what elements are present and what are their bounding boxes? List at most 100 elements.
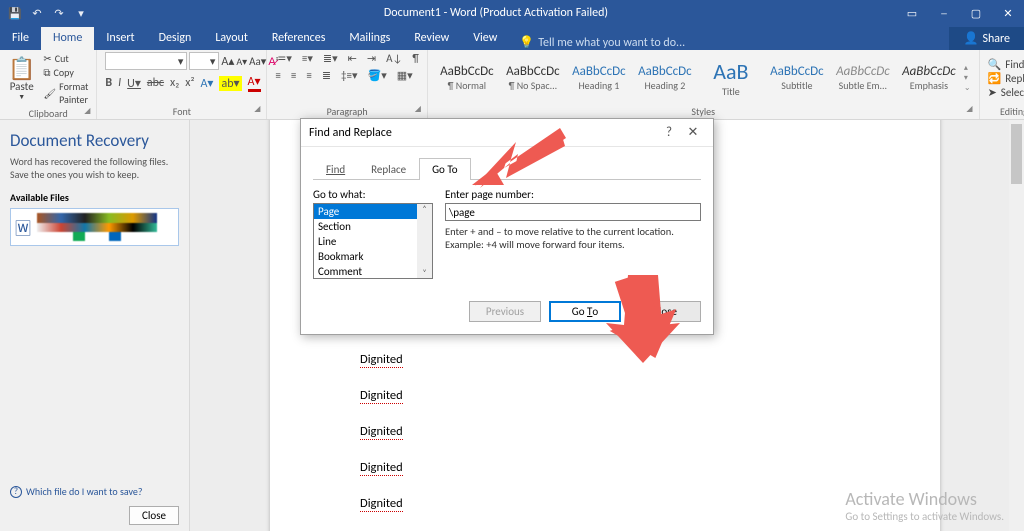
line-spacing-icon[interactable]: ‡≡▾ (341, 69, 357, 82)
goto-option-line[interactable]: Line (314, 234, 432, 249)
bold-button[interactable]: B (105, 76, 112, 90)
close-icon[interactable]: ✕ (992, 0, 1024, 26)
goto-option-bookmark[interactable]: Bookmark (314, 249, 432, 264)
paintbrush-icon: 🖌 (43, 87, 56, 100)
tab-design[interactable]: Design (147, 27, 204, 50)
goto-option-page[interactable]: Page (314, 204, 432, 219)
highlight-icon[interactable]: ab▾ (219, 76, 241, 91)
sort-icon[interactable]: A↓ (386, 52, 402, 65)
subscript-button[interactable]: x₂ (170, 76, 179, 90)
goto-button[interactable]: Go To (549, 301, 621, 322)
tab-file[interactable]: File (0, 27, 41, 50)
undo-icon[interactable]: ↶ (28, 4, 46, 22)
dialog-tab-replace[interactable]: Replace (358, 158, 419, 180)
goto-what-listbox[interactable]: Page Section Line Bookmark Comment Footn… (313, 203, 433, 279)
numbering-icon[interactable]: ≡▾ (302, 52, 313, 65)
window-controls: ▭ ─ ▢ ✕ (896, 0, 1024, 26)
tab-references[interactable]: References (260, 27, 338, 50)
recovery-desc: Word has recovered the following files. … (10, 155, 179, 181)
tab-insert[interactable]: Insert (94, 27, 146, 50)
goto-option-comment[interactable]: Comment (314, 264, 432, 279)
style-nospacing[interactable]: AaBbCcDc¶ No Spac... (502, 54, 564, 102)
chevron-down-icon[interactable]: ˅ (422, 268, 426, 278)
shrink-font-icon[interactable]: A▾ (236, 55, 247, 68)
styles-more-icon[interactable]: ▴▾⌄ (964, 63, 971, 93)
goto-option-section[interactable]: Section (314, 219, 432, 234)
align-center-icon[interactable]: ≡ (291, 69, 296, 82)
shading-icon[interactable]: 🪣▾ (368, 69, 387, 82)
dialog-tabs: Find Replace Go To (313, 157, 701, 180)
minimize-icon[interactable]: ─ (928, 0, 960, 26)
qat-customize-icon[interactable]: ▾ (72, 4, 90, 22)
copy-button[interactable]: ⧉Copy (43, 66, 88, 79)
style-emphasis[interactable]: AaBbCcDcEmphasis (898, 54, 960, 102)
maximize-icon[interactable]: ▢ (960, 0, 992, 26)
page-number-input[interactable] (445, 203, 701, 221)
scrollbar-thumb[interactable] (1011, 124, 1022, 184)
font-color-icon[interactable]: A▾ (248, 74, 261, 92)
save-icon[interactable]: 💾 (6, 4, 24, 22)
group-label: Font (173, 105, 191, 118)
borders-icon[interactable]: ▦▾ (397, 69, 413, 82)
share-icon: 👤 (963, 31, 978, 46)
recovery-close-button[interactable]: Close (129, 506, 179, 525)
dialog-help-icon[interactable]: ? (657, 125, 681, 140)
tab-view[interactable]: View (461, 27, 509, 50)
style-subtle-em[interactable]: AaBbCcDcSubtle Em... (832, 54, 894, 102)
share-button[interactable]: 👤 Share (949, 27, 1024, 50)
cut-button[interactable]: ✂Cut (43, 52, 88, 65)
chevron-up-icon[interactable]: ˄ (422, 204, 426, 214)
italic-button[interactable]: I (118, 76, 121, 90)
underline-button[interactable]: U▾ (127, 76, 141, 91)
style-normal[interactable]: AaBbCcDc¶ Normal (436, 54, 498, 102)
recovered-file-item[interactable]: 🅆 (10, 208, 179, 246)
format-painter-button[interactable]: 🖌Format Painter (43, 80, 88, 106)
bullets-icon[interactable]: ≔▾ (275, 52, 292, 65)
tell-me-search[interactable]: 💡 Tell me what you want to do... (519, 35, 685, 50)
align-right-icon[interactable]: ≡ (306, 69, 311, 82)
paste-button[interactable]: 📋 Paste ▼ (8, 57, 35, 101)
grow-font-icon[interactable]: A▴ (221, 54, 234, 69)
file-thumbnail (37, 213, 157, 241)
tab-layout[interactable]: Layout (203, 27, 260, 50)
dialog-close-icon[interactable]: ✕ (681, 125, 705, 140)
dialog-titlebar[interactable]: Find and Replace ? ✕ (301, 119, 713, 147)
style-title[interactable]: AaBTitle (700, 54, 762, 102)
tab-review[interactable]: Review (402, 27, 461, 50)
styles-gallery[interactable]: AaBbCcDc¶ Normal AaBbCcDc¶ No Spac... Aa… (436, 52, 971, 104)
font-size-combo[interactable]: ▾ (189, 52, 219, 70)
dialog-launcher-icon[interactable]: ◢ (84, 106, 90, 116)
recovery-help-link[interactable]: ?Which file do I want to save? (10, 485, 179, 498)
dialog-close-button[interactable]: Close (629, 301, 701, 322)
multilevel-icon[interactable]: ≣▾ (323, 52, 338, 65)
dialog-launcher-icon[interactable]: ◢ (254, 104, 260, 114)
ribbon-options-icon[interactable]: ▭ (896, 0, 928, 26)
increase-indent-icon[interactable]: ⇥ (367, 52, 376, 65)
vertical-scrollbar[interactable] (1009, 120, 1024, 531)
select-button[interactable]: ➤Select ▾ (988, 86, 1024, 99)
search-icon: 🔍 (988, 58, 1002, 71)
dialog-tab-find[interactable]: Find (313, 158, 358, 180)
style-heading1[interactable]: AaBbCcDcHeading 1 (568, 54, 630, 102)
style-heading2[interactable]: AaBbCcDcHeading 2 (634, 54, 696, 102)
style-subtitle[interactable]: AaBbCcDcSubtitle (766, 54, 828, 102)
justify-icon[interactable]: ≣ (322, 69, 331, 82)
font-name-combo[interactable]: ▾ (105, 52, 187, 70)
replace-button[interactable]: 🔁Replace (988, 72, 1024, 85)
superscript-button[interactable]: x² (185, 76, 194, 90)
change-case-icon[interactable]: Aa▾ (249, 55, 266, 68)
decrease-indent-icon[interactable]: ⇤ (348, 52, 357, 65)
tab-home[interactable]: Home (41, 27, 94, 50)
dialog-launcher-icon[interactable]: ◢ (415, 104, 421, 114)
text-effects-icon[interactable]: A▾ (200, 76, 213, 91)
dialog-tab-goto[interactable]: Go To (419, 158, 470, 180)
align-left-icon[interactable]: ≡ (275, 69, 280, 82)
redo-icon[interactable]: ↷ (50, 4, 68, 22)
tab-mailings[interactable]: Mailings (337, 27, 402, 50)
strike-button[interactable]: abc (147, 76, 164, 90)
listbox-scrollbar[interactable]: ˄˅ (417, 204, 432, 278)
show-marks-icon[interactable]: ¶ (412, 52, 418, 65)
lightbulb-icon: 💡 (519, 35, 534, 50)
find-button[interactable]: 🔍Find ▾ (988, 58, 1024, 71)
dialog-launcher-icon[interactable]: ◢ (966, 104, 972, 114)
